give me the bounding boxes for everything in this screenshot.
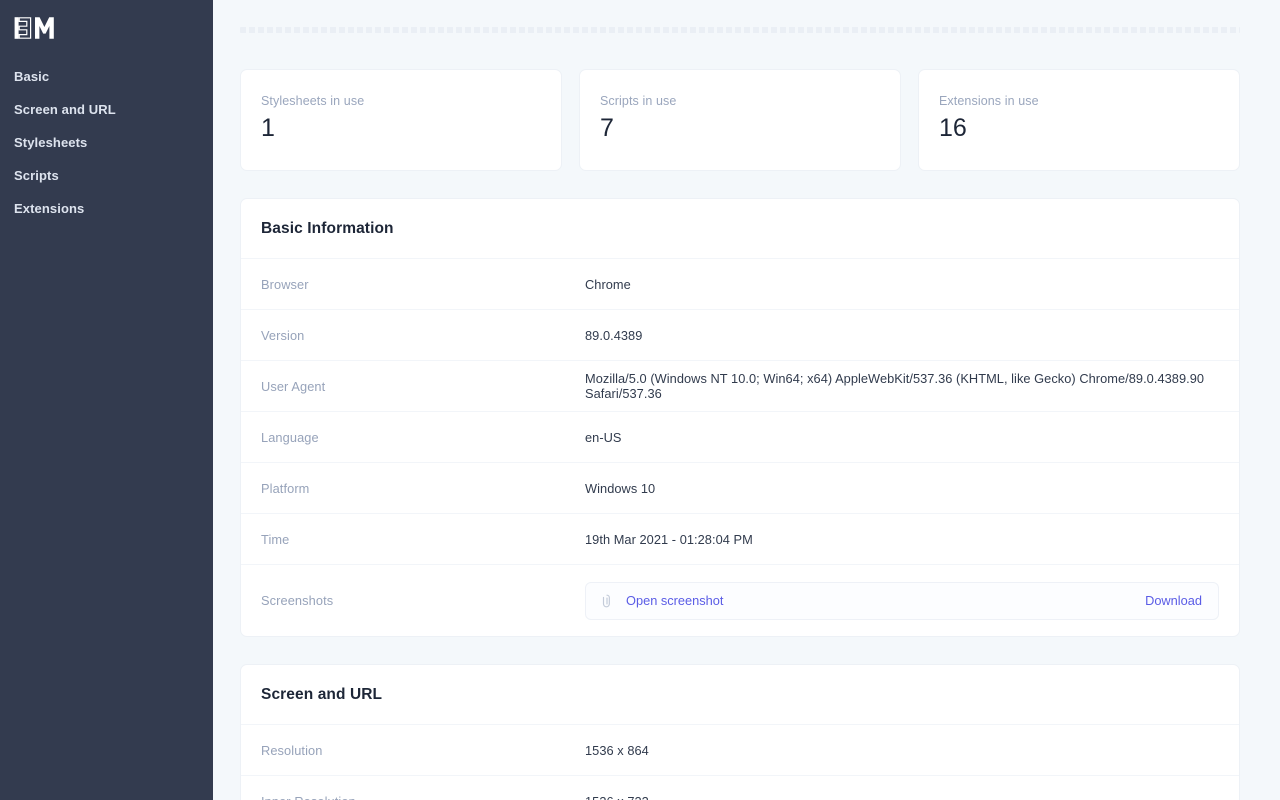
open-screenshot-link[interactable]: Open screenshot — [626, 593, 723, 608]
row-label: Inner Resolution — [261, 794, 585, 800]
stat-label: Stylesheets in use — [261, 94, 365, 108]
table-row: Resolution 1536 x 864 — [241, 724, 1239, 775]
stat-value: 16 — [939, 114, 967, 142]
row-value: en-US — [585, 429, 622, 445]
stat-card-stylesheets: Stylesheets in use 1 — [240, 69, 562, 172]
row-label: User Agent — [261, 378, 326, 394]
table-row: Language en-US — [241, 411, 1239, 462]
screenshot-action-box: Open screenshot Download — [585, 581, 1219, 620]
stat-label: Scripts in use — [600, 94, 677, 108]
row-label: Screenshots — [261, 593, 334, 609]
sidebar: Basic Screen and URL Stylesheets Scripts… — [0, 0, 213, 800]
sidebar-item-stylesheets[interactable]: Stylesheets — [0, 126, 213, 159]
screenshots-row: Screenshots Open screenshot Download — [241, 564, 1239, 636]
dotted-divider — [240, 27, 1240, 33]
table-row: Browser Chrome — [241, 258, 1239, 309]
row-value: 1536 x 722 — [585, 794, 649, 800]
table-row: User Agent Mozilla/5.0 (Windows NT 10.0;… — [241, 360, 1239, 411]
stat-card-scripts: Scripts in use 7 — [579, 69, 901, 172]
download-screenshot-link[interactable]: Download — [1145, 593, 1202, 608]
sidebar-item-basic[interactable]: Basic — [0, 60, 213, 93]
stat-value: 7 — [600, 114, 614, 142]
row-value: 1536 x 864 — [585, 742, 649, 758]
table-row: Inner Resolution 1536 x 722 — [241, 775, 1239, 800]
row-label: Time — [261, 531, 290, 547]
row-label: Resolution — [261, 742, 323, 758]
row-label: Browser — [261, 276, 309, 292]
row-value: 89.0.4389 — [585, 327, 643, 343]
main-content: Stylesheets in use 1 Scripts in use 7 Ex… — [213, 0, 1280, 800]
row-label: Language — [261, 429, 319, 445]
stat-value: 1 — [261, 114, 275, 142]
bm-logo-icon — [14, 17, 54, 39]
table-row: Time 19th Mar 2021 - 01:28:04 PM — [241, 513, 1239, 564]
row-value: Chrome — [585, 276, 631, 292]
panel-title: Basic Information — [261, 220, 394, 238]
row-label: Version — [261, 327, 305, 343]
sidebar-item-scripts[interactable]: Scripts — [0, 159, 213, 192]
panel-title: Screen and URL — [261, 686, 383, 704]
table-row: Platform Windows 10 — [241, 462, 1239, 513]
stats-row: Stylesheets in use 1 Scripts in use 7 Ex… — [240, 69, 1240, 172]
sidebar-item-extensions[interactable]: Extensions — [0, 192, 213, 225]
paperclip-icon — [600, 594, 614, 608]
row-value: Mozilla/5.0 (Windows NT 10.0; Win64; x64… — [585, 371, 1205, 402]
row-value: 19th Mar 2021 - 01:28:04 PM — [585, 531, 753, 547]
stat-card-extensions: Extensions in use 16 — [918, 69, 1240, 172]
sidebar-nav: Basic Screen and URL Stylesheets Scripts… — [0, 60, 213, 225]
table-row: Version 89.0.4389 — [241, 309, 1239, 360]
basic-information-panel: Basic Information Browser Chrome Version… — [240, 198, 1240, 638]
screen-and-url-panel: Screen and URL Resolution 1536 x 864 Inn… — [240, 664, 1240, 800]
sidebar-item-screen-and-url[interactable]: Screen and URL — [0, 93, 213, 126]
row-label: Platform — [261, 480, 310, 496]
stat-label: Extensions in use — [939, 94, 1039, 108]
app-logo[interactable] — [0, 0, 213, 56]
row-value: Windows 10 — [585, 480, 656, 496]
